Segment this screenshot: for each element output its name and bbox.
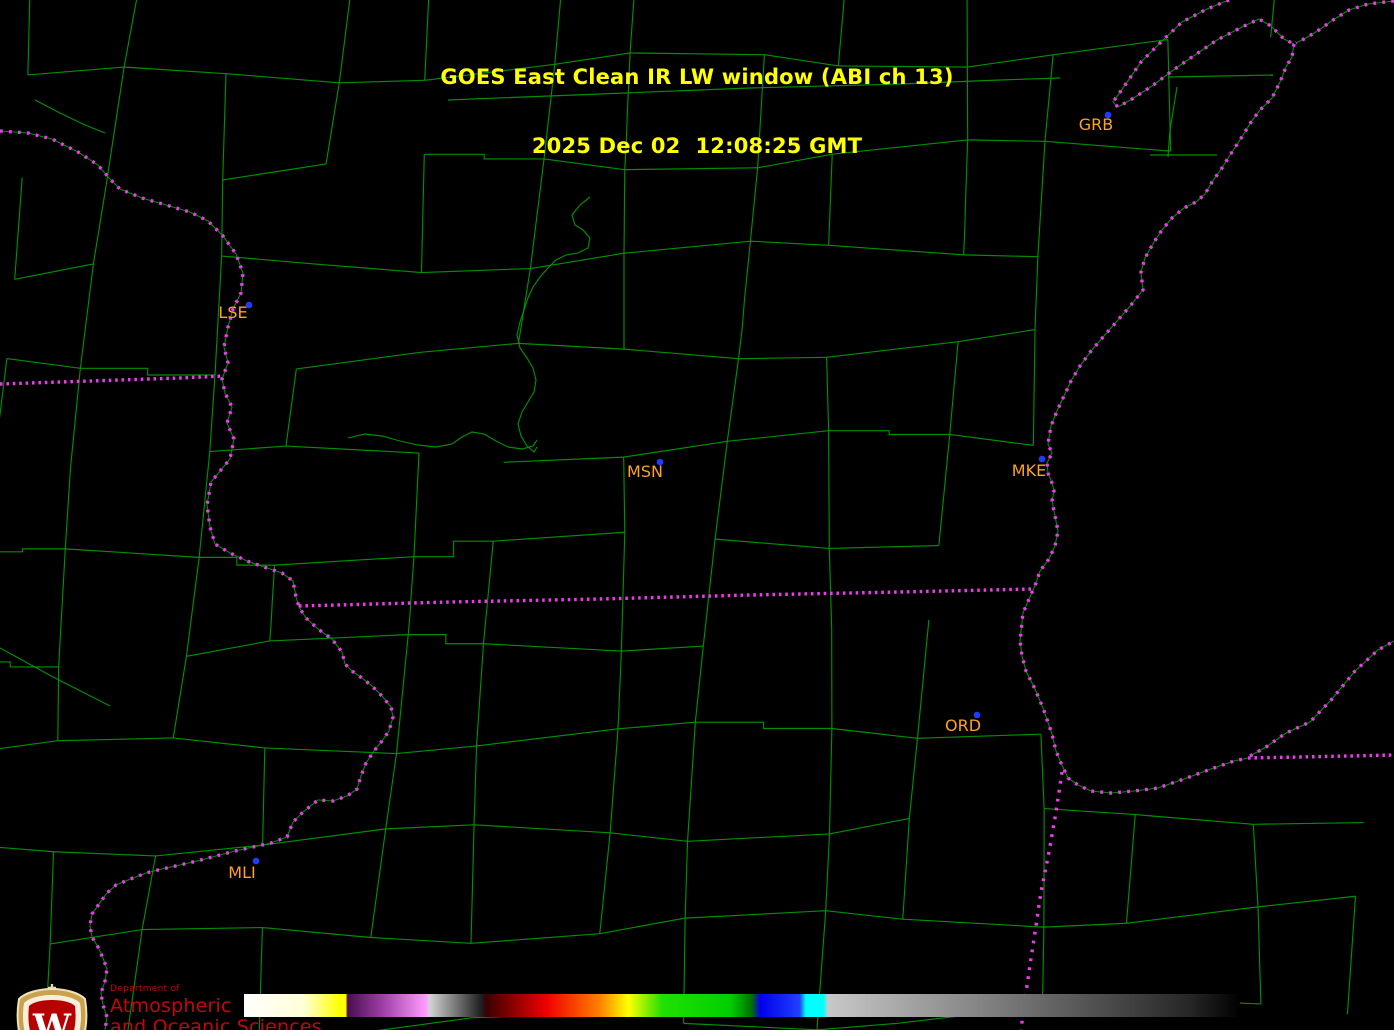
image-timestamp: 2025 Dec 02 12:08:25 GMT (531, 134, 863, 158)
uw-aos-logo: W Department of Atmospheric and Oceanic … (8, 981, 322, 1030)
uw-logo-text: Department of Atmospheric and Oceanic Sc… (110, 981, 322, 1030)
uw-crest-icon: W (16, 984, 88, 1030)
mi-shore-green (1249, 640, 1394, 757)
image-title-line1: GOES East Clean IR LW window (ABI ch 13) (440, 65, 954, 89)
green-bay-shore-green (1112, 0, 1295, 108)
il-in-border (1019, 771, 1064, 1030)
in-mi-border (1247, 753, 1394, 760)
mi-shore (1249, 639, 1394, 758)
uw-dept-label: Department of (110, 984, 180, 994)
goes-east-ir-viewer: LSE MSN MKE GRB ORD MLI GOES East Clean IR LW… (0, 0, 1394, 1030)
city-label-ORD: ORD (945, 716, 981, 735)
temperature-colorbar (244, 994, 1240, 1017)
uw-name-line2: and Oceanic Sciences (110, 1016, 322, 1030)
city-label-MLI: MLI (228, 863, 255, 882)
uw-crest-letter: W (32, 1007, 72, 1030)
uw-name-line1: Atmospheric (110, 995, 232, 1017)
door-top (1295, 0, 1394, 45)
green-bay-shore (1110, 0, 1295, 110)
wi-il-border (298, 587, 1034, 608)
image-title: GOES East Clean IR LW window (ABI ch 13)… (440, 20, 953, 204)
lake-michigan-west-shore-green (1019, 43, 1295, 794)
mn-ia-border (0, 374, 225, 386)
city-label-MSN: MSN (627, 462, 663, 481)
city-label-LSE: LSE (218, 303, 247, 322)
lake-michigan-west-shore (1018, 43, 1296, 795)
city-markers: LSE MSN MKE GRB ORD MLI (218, 111, 1114, 882)
city-label-MKE: MKE (1012, 461, 1046, 480)
city-label-GRB: GRB (1079, 115, 1114, 134)
